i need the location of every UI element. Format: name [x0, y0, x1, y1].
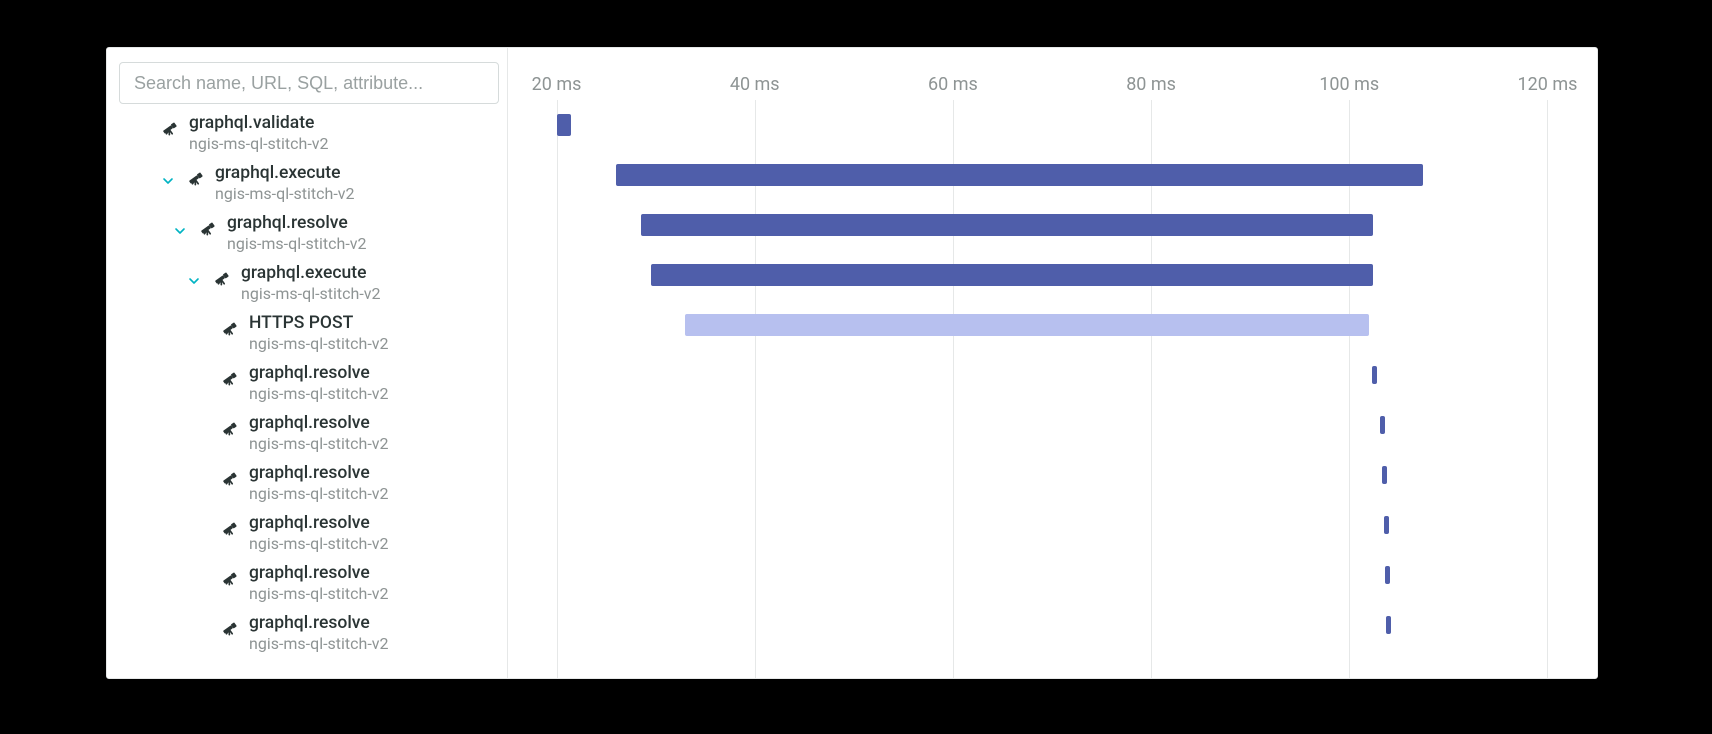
telescope-icon	[219, 318, 241, 338]
telescope-icon	[219, 568, 241, 588]
time-axis: 20 ms 40 ms 60 ms 80 ms 100 ms 120 ms	[507, 48, 1597, 100]
search-container	[119, 62, 495, 104]
span-name: graphql.resolve	[249, 564, 388, 583]
span-service: ngis-ms-ql-stitch-v2	[249, 435, 388, 453]
span-bar[interactable]	[557, 114, 572, 136]
span-row	[507, 150, 1597, 200]
span-tree-node[interactable]: graphql.resolve ngis-ms-ql-stitch-v2	[107, 214, 507, 264]
span-labels: graphql.resolve ngis-ms-ql-stitch-v2	[249, 464, 388, 503]
span-row	[507, 300, 1597, 350]
span-row	[507, 350, 1597, 400]
span-service: ngis-ms-ql-stitch-v2	[241, 285, 380, 303]
span-tree-node[interactable]: graphql.validate ngis-ms-ql-stitch-v2	[107, 114, 507, 164]
span-bar[interactable]	[1372, 366, 1377, 384]
span-name: graphql.resolve	[249, 514, 388, 533]
span-row	[507, 600, 1597, 650]
span-service: ngis-ms-ql-stitch-v2	[249, 635, 388, 653]
span-service: ngis-ms-ql-stitch-v2	[249, 535, 388, 553]
span-bar[interactable]	[651, 264, 1373, 286]
span-tree-node[interactable]: graphql.resolve ngis-ms-ql-stitch-v2	[107, 414, 507, 464]
telescope-icon	[219, 468, 241, 488]
span-service: ngis-ms-ql-stitch-v2	[249, 585, 388, 603]
span-row	[507, 400, 1597, 450]
span-row	[507, 100, 1597, 150]
span-labels: graphql.validate ngis-ms-ql-stitch-v2	[189, 114, 328, 153]
span-bar[interactable]	[1386, 616, 1391, 634]
span-tree-node[interactable]: graphql.resolve ngis-ms-ql-stitch-v2	[107, 514, 507, 564]
span-service: ngis-ms-ql-stitch-v2	[227, 235, 366, 253]
chevron-down-icon[interactable]	[171, 223, 189, 239]
telescope-icon	[159, 118, 181, 138]
timeline-panel: 20 ms 40 ms 60 ms 80 ms 100 ms 120 ms	[507, 48, 1597, 678]
span-tree-node[interactable]: graphql.resolve ngis-ms-ql-stitch-v2	[107, 464, 507, 514]
search-input[interactable]	[119, 62, 499, 104]
span-name: graphql.validate	[189, 114, 328, 133]
telescope-icon	[211, 268, 233, 288]
span-bar[interactable]	[1384, 516, 1389, 534]
span-name: graphql.resolve	[227, 214, 366, 233]
span-bar[interactable]	[616, 164, 1423, 186]
span-bar[interactable]	[1385, 566, 1390, 584]
span-labels: graphql.resolve ngis-ms-ql-stitch-v2	[249, 564, 388, 603]
span-service: ngis-ms-ql-stitch-v2	[189, 135, 328, 153]
span-name: graphql.resolve	[249, 464, 388, 483]
telescope-icon	[197, 218, 219, 238]
axis-tick: 20 ms	[532, 74, 582, 95]
span-labels: graphql.resolve ngis-ms-ql-stitch-v2	[249, 514, 388, 553]
span-tree-sidebar: graphql.validate ngis-ms-ql-stitch-v2 gra…	[107, 48, 508, 678]
span-row	[507, 550, 1597, 600]
span-bar[interactable]	[1380, 416, 1385, 434]
chevron-down-icon[interactable]	[159, 173, 177, 189]
span-rows	[507, 100, 1597, 678]
span-service: ngis-ms-ql-stitch-v2	[249, 335, 388, 353]
axis-tick: 80 ms	[1126, 74, 1176, 95]
span-bar[interactable]	[1382, 466, 1387, 484]
span-row	[507, 500, 1597, 550]
span-name: graphql.resolve	[249, 614, 388, 633]
span-labels: graphql.execute ngis-ms-ql-stitch-v2	[241, 264, 380, 303]
span-name: graphql.resolve	[249, 364, 388, 383]
span-service: ngis-ms-ql-stitch-v2	[215, 185, 354, 203]
span-row	[507, 450, 1597, 500]
axis-tick: 40 ms	[730, 74, 780, 95]
span-tree-node[interactable]: graphql.execute ngis-ms-ql-stitch-v2	[107, 264, 507, 314]
span-tree-node[interactable]: graphql.resolve ngis-ms-ql-stitch-v2	[107, 364, 507, 414]
telescope-icon	[185, 168, 207, 188]
span-labels: graphql.resolve ngis-ms-ql-stitch-v2	[249, 414, 388, 453]
span-labels: graphql.resolve ngis-ms-ql-stitch-v2	[227, 214, 366, 253]
span-tree-node[interactable]: graphql.resolve ngis-ms-ql-stitch-v2	[107, 614, 507, 664]
telescope-icon	[219, 368, 241, 388]
telescope-icon	[219, 518, 241, 538]
span-tree: graphql.validate ngis-ms-ql-stitch-v2 gra…	[107, 114, 507, 664]
span-name: graphql.resolve	[249, 414, 388, 433]
chevron-down-icon[interactable]	[185, 273, 203, 289]
axis-tick: 120 ms	[1518, 74, 1578, 95]
telescope-icon	[219, 618, 241, 638]
span-service: ngis-ms-ql-stitch-v2	[249, 385, 388, 403]
span-bar[interactable]	[641, 214, 1373, 236]
span-service: ngis-ms-ql-stitch-v2	[249, 485, 388, 503]
span-labels: HTTPS POST ngis-ms-ql-stitch-v2	[249, 314, 388, 353]
span-name: graphql.execute	[241, 264, 380, 283]
span-labels: graphql.resolve ngis-ms-ql-stitch-v2	[249, 614, 388, 653]
span-labels: graphql.resolve ngis-ms-ql-stitch-v2	[249, 364, 388, 403]
span-tree-node[interactable]: graphql.resolve ngis-ms-ql-stitch-v2	[107, 564, 507, 614]
trace-waterfall-card: graphql.validate ngis-ms-ql-stitch-v2 gra…	[106, 47, 1598, 679]
span-tree-node[interactable]: HTTPS POST ngis-ms-ql-stitch-v2	[107, 314, 507, 364]
span-labels: graphql.execute ngis-ms-ql-stitch-v2	[215, 164, 354, 203]
span-name: graphql.execute	[215, 164, 354, 183]
span-row	[507, 200, 1597, 250]
axis-tick: 100 ms	[1319, 74, 1379, 95]
axis-tick: 60 ms	[928, 74, 978, 95]
span-name: HTTPS POST	[249, 314, 388, 333]
span-bar[interactable]	[685, 314, 1369, 336]
telescope-icon	[219, 418, 241, 438]
span-tree-node[interactable]: graphql.execute ngis-ms-ql-stitch-v2	[107, 164, 507, 214]
span-row	[507, 250, 1597, 300]
